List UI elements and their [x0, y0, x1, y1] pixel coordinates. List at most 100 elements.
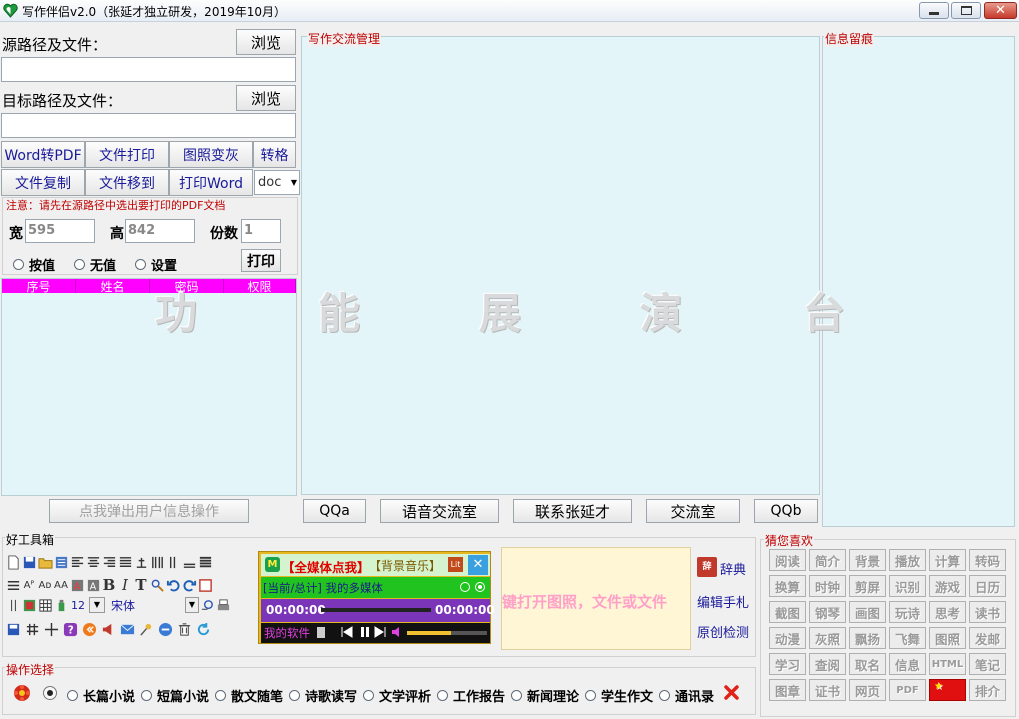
open-folder-icon[interactable]: [37, 554, 53, 570]
qqa-button[interactable]: QQa: [303, 499, 366, 523]
lit-icon[interactable]: Lit: [448, 557, 463, 572]
align-bottom-icon[interactable]: [133, 554, 149, 570]
list-icon[interactable]: [53, 554, 69, 570]
guess-calc[interactable]: 计算: [929, 549, 966, 571]
guess-convert[interactable]: 换算: [769, 575, 806, 597]
format-select[interactable]: doc ▼: [254, 170, 300, 195]
horizontal-rule-icon[interactable]: [181, 554, 197, 570]
guess-reading[interactable]: 读书: [969, 601, 1006, 623]
header-name[interactable]: 姓名: [76, 279, 150, 294]
word-to-pdf-button[interactable]: Word转PDF: [1, 141, 85, 168]
redo-icon[interactable]: [181, 577, 197, 593]
vertical-lines-icon[interactable]: [165, 554, 181, 570]
print-button[interactable]: 打印: [241, 249, 281, 272]
text-icon[interactable]: T: [133, 576, 149, 594]
flower-icon[interactable]: [13, 684, 31, 702]
bold-icon[interactable]: B: [101, 576, 117, 594]
save-icon[interactable]: [21, 554, 37, 570]
file-print-button[interactable]: 文件打印: [85, 141, 169, 168]
columns-icon[interactable]: [149, 554, 165, 570]
guess-mail[interactable]: 发邮: [969, 627, 1006, 649]
guess-transcode[interactable]: 转码: [969, 549, 1006, 571]
guess-screenshot[interactable]: 截图: [769, 601, 806, 623]
guess-info[interactable]: 信息: [889, 653, 926, 675]
guess-paint[interactable]: 画图: [849, 601, 886, 623]
guess-pdf[interactable]: PDF: [889, 679, 926, 701]
file-copy-button[interactable]: 文件复制: [1, 169, 85, 196]
guess-webpage[interactable]: 网页: [849, 679, 886, 701]
source-browse-button[interactable]: 浏览: [236, 29, 296, 55]
close-icon[interactable]: ✕: [468, 555, 488, 575]
guess-gray-photo[interactable]: 灰照: [809, 627, 846, 649]
guess-game[interactable]: 游戏: [929, 575, 966, 597]
copies-input[interactable]: 1: [241, 219, 281, 243]
superscript-icon[interactable]: Aᴾ: [21, 577, 37, 593]
background-music-link[interactable]: 【背景音乐】: [369, 557, 441, 574]
operation-option[interactable]: 新闻理论: [511, 686, 585, 705]
mail-icon[interactable]: [119, 621, 135, 637]
move-icon[interactable]: [43, 621, 59, 637]
source-path-input[interactable]: [1, 57, 296, 82]
print-word-button[interactable]: 打印Word: [169, 169, 253, 196]
undo-icon[interactable]: [165, 577, 181, 593]
target-browse-button[interactable]: 浏览: [236, 85, 296, 111]
target-path-input[interactable]: [1, 113, 296, 138]
qqb-button[interactable]: QQb: [754, 499, 818, 523]
justify-icon[interactable]: [117, 554, 133, 570]
guess-clock[interactable]: 时钟: [809, 575, 846, 597]
convert-format-button[interactable]: 转格: [253, 141, 296, 168]
guess-background[interactable]: 背景: [849, 549, 886, 571]
align-center-icon[interactable]: [85, 554, 101, 570]
pin-icon[interactable]: [138, 621, 154, 637]
guess-lookup[interactable]: 查阅: [809, 653, 846, 675]
maximize-button[interactable]: [951, 2, 981, 19]
text-block-icon[interactable]: [197, 554, 213, 570]
radio-settings[interactable]: 设置: [135, 255, 177, 274]
user-info-popup-button[interactable]: 点我弹出用户信息操作: [49, 499, 249, 523]
help-icon[interactable]: ?: [62, 621, 78, 637]
guess-html[interactable]: HTML: [929, 653, 966, 675]
progress-track[interactable]: [319, 608, 431, 612]
subscript-icon[interactable]: Aᴅ: [37, 577, 53, 593]
border-icon[interactable]: [197, 577, 213, 593]
operation-option[interactable]: 文学评析: [363, 686, 437, 705]
previous-icon[interactable]: [341, 626, 353, 638]
guess-seal[interactable]: 图章: [769, 679, 806, 701]
guess-image[interactable]: 图照: [929, 627, 966, 649]
guess-calendar[interactable]: 日历: [969, 575, 1006, 597]
guess-recognize[interactable]: 识别: [889, 575, 926, 597]
guess-layout[interactable]: 排介: [969, 679, 1006, 701]
guess-piano[interactable]: 钢琴: [809, 601, 846, 623]
height-input[interactable]: 842: [125, 219, 195, 243]
operation-option[interactable]: 散文随笔: [215, 686, 289, 705]
guess-naming[interactable]: 取名: [849, 653, 886, 675]
chevron-down-icon[interactable]: ▼: [185, 597, 199, 613]
header-id[interactable]: 序号: [2, 279, 76, 294]
marquee-box[interactable]: 键打开图照，文件或文件: [501, 547, 691, 650]
align-left-icon[interactable]: [69, 554, 85, 570]
guess-flutter[interactable]: 飘扬: [849, 627, 886, 649]
user-table[interactable]: 序号 姓名 密码 权限: [1, 278, 297, 496]
font-name-select[interactable]: 宋体: [105, 597, 185, 613]
my-software-link[interactable]: 我的软件: [264, 625, 310, 641]
guess-anime[interactable]: 动漫: [769, 627, 806, 649]
header-permission[interactable]: 权限: [224, 279, 296, 294]
image-gray-button[interactable]: 图照变灰: [169, 141, 253, 168]
close-button[interactable]: ✕: [984, 2, 1017, 19]
font-size-value[interactable]: 12: [69, 597, 87, 613]
save-disk-icon[interactable]: [5, 621, 21, 637]
guess-notes[interactable]: 笔记: [969, 653, 1006, 675]
originality-check-link[interactable]: 原创检测: [697, 622, 749, 641]
new-document-icon[interactable]: [5, 554, 21, 570]
minus-circle-icon[interactable]: [157, 621, 173, 637]
guess-play[interactable]: 播放: [889, 549, 926, 571]
hash-icon[interactable]: [24, 621, 40, 637]
megaphone-icon[interactable]: [100, 621, 116, 637]
trash-icon[interactable]: [176, 621, 192, 637]
exchange-panel[interactable]: [301, 36, 820, 495]
file-move-button[interactable]: 文件移到: [85, 169, 169, 196]
voice-room-button[interactable]: 语音交流室: [380, 499, 499, 523]
guess-screen-cut[interactable]: 剪屏: [849, 575, 886, 597]
radio-no-value[interactable]: 无值: [74, 255, 116, 274]
edit-notes-link[interactable]: 编辑手札: [697, 592, 749, 611]
